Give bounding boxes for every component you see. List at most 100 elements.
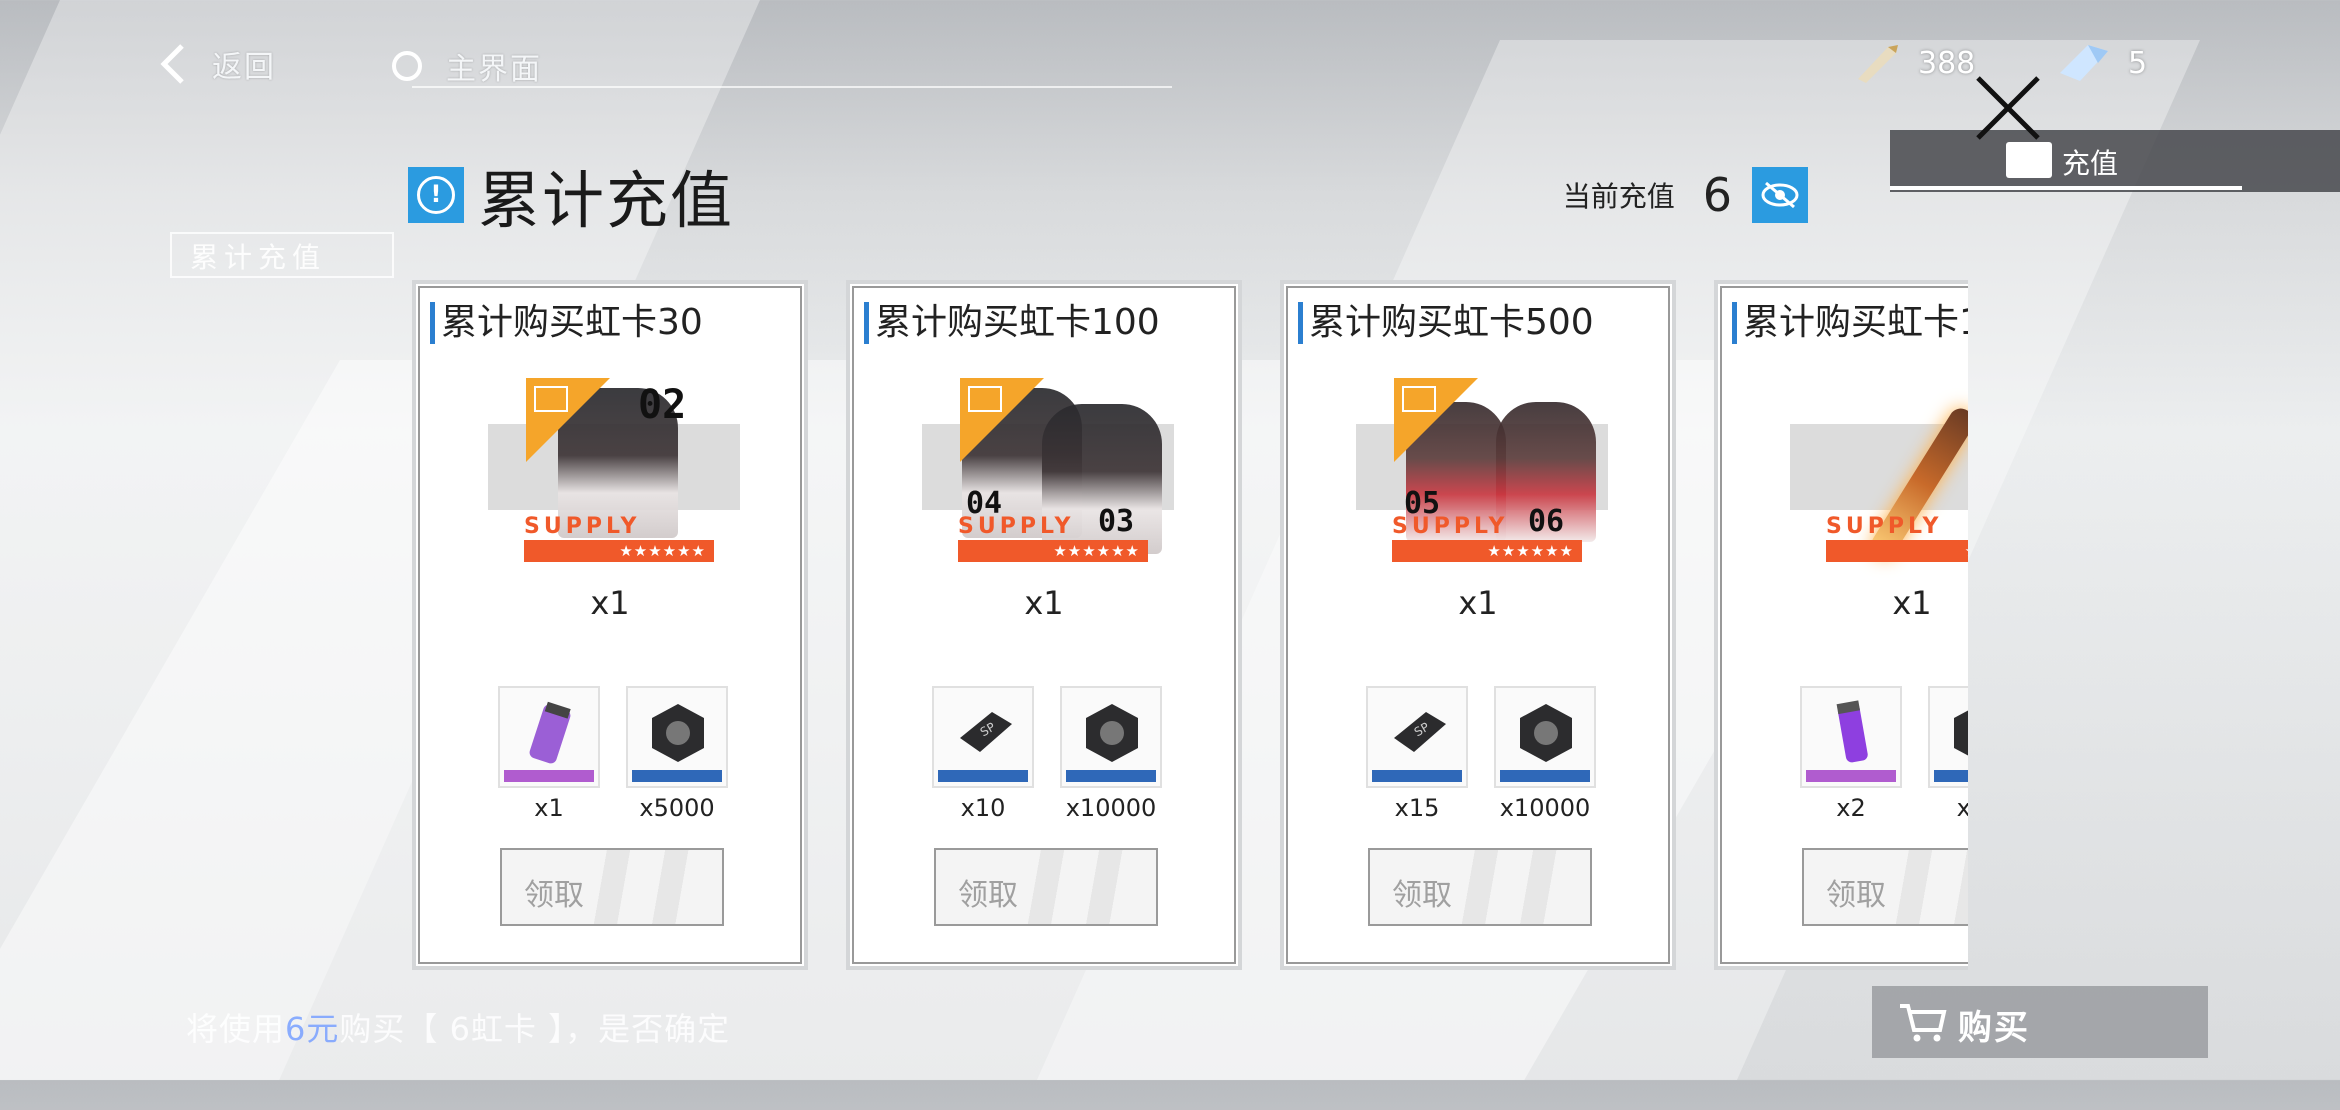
reward-card: 累计购买虹卡1 SUPPLY ★★★ x1 x2 x20 领	[1714, 280, 1968, 970]
confirm-prefix: 将使用	[186, 1010, 286, 1048]
current-recharge-label: 当前充值	[1562, 180, 1675, 213]
close-icon	[1976, 76, 2040, 140]
hex-nut-icon	[652, 704, 704, 762]
back-label: 返回	[212, 50, 276, 85]
cart-icon	[1900, 1004, 1947, 1042]
hex-nut-icon	[1954, 710, 1968, 756]
supply-banner[interactable]: SUPPLY ★★★	[1790, 378, 1968, 574]
reward-quantity: x1	[1024, 584, 1064, 622]
reward-item[interactable]	[1060, 686, 1162, 788]
supply-label: SUPPLY	[1392, 514, 1509, 539]
supply-box-icon	[968, 386, 1002, 412]
reward-item-count: x10	[960, 794, 1006, 822]
current-recharge-value: 6	[1702, 168, 1732, 222]
home-ring-icon	[392, 51, 422, 81]
rarity-stars: ★★★★★★	[524, 540, 714, 562]
claim-label: 领取	[1826, 878, 1886, 913]
reward-item[interactable]: SP	[1366, 686, 1468, 788]
home-label: 主界面	[446, 52, 542, 87]
reward-item-count: x2	[1836, 794, 1866, 822]
recharge-tab-label: 充值	[2062, 147, 2119, 180]
reward-items: x2 x20	[1800, 686, 1968, 826]
currency-pen: 388	[1852, 38, 1975, 88]
card-title: 累计购买虹卡30	[430, 302, 703, 344]
confirm-suffix: 购买【 6虹卡 】，是否确定	[339, 1010, 731, 1048]
rarity-stars: ★★★★★★	[1392, 540, 1582, 562]
supply-banner[interactable]: 04 03 SUPPLY ★★★★★★	[922, 378, 1174, 574]
pen-currency-icon	[1858, 45, 1898, 83]
purple-capsule-icon	[1836, 700, 1868, 763]
eye-hidden-icon	[1761, 181, 1799, 209]
panel-header: ! 累计充值	[408, 150, 734, 240]
card-title: 累计购买虹卡1	[1732, 302, 1968, 344]
home-button[interactable]: 主界面	[392, 40, 542, 92]
claim-button[interactable]: 领取	[1802, 848, 1968, 926]
reward-quantity: x1	[1892, 584, 1932, 622]
reward-item-count: x10000	[1065, 794, 1157, 822]
purchase-confirm-text: 将使用6元购买【 6虹卡 】，是否确定	[186, 1004, 730, 1050]
reward-card: 累计购买虹卡30 02 SUPPLY ★★★★★★ x1 x1 x5000 领取	[412, 280, 808, 970]
reward-cards: 累计购买虹卡30 02 SUPPLY ★★★★★★ x1 x1 x5000 领取…	[408, 280, 1968, 1110]
reward-item[interactable]	[1494, 686, 1596, 788]
purple-capsule-icon	[529, 701, 571, 764]
supply-label: SUPPLY	[1826, 514, 1943, 539]
rarity-stars: ★★★	[1826, 540, 1968, 562]
reward-item[interactable]: SP	[932, 686, 1034, 788]
claim-button[interactable]: 领取	[500, 848, 724, 926]
claim-button[interactable]: 领取	[1368, 848, 1592, 926]
sp-chip-icon: SP	[960, 712, 1012, 752]
claim-button[interactable]: 领取	[934, 848, 1158, 926]
claim-label: 领取	[524, 878, 584, 913]
reward-items: x1 x5000	[498, 686, 738, 826]
sp-chip-icon: SP	[1394, 712, 1446, 752]
cumulative-recharge-panel: ! 累计充值 当前充值 6 累计购买虹卡30 02 SUPPLY ★★★★★★ …	[408, 140, 1968, 1020]
recharge-card-icon	[2006, 142, 2052, 178]
card-title: 累计购买虹卡500	[1298, 302, 1594, 344]
banner-number: 03	[1098, 504, 1135, 539]
supply-box-icon	[534, 386, 568, 412]
side-ghost-label: 累计充值	[170, 232, 394, 278]
topbar-divider	[412, 86, 1172, 88]
close-button[interactable]	[1972, 72, 2044, 144]
reward-quantity: x1	[1458, 584, 1498, 622]
banner-number: 02	[638, 382, 687, 428]
hex-nut-icon	[1086, 704, 1138, 762]
supply-banner[interactable]: 05 06 SUPPLY ★★★★★★	[1356, 378, 1608, 574]
reward-items: SP x10 x10000	[932, 686, 1172, 826]
reward-item[interactable]	[1928, 686, 1968, 788]
reward-item-count: x5000	[639, 794, 715, 822]
supply-label: SUPPLY	[958, 514, 1075, 539]
supply-box-icon	[1402, 386, 1436, 412]
buy-button[interactable]: 购买	[1872, 986, 2208, 1058]
reward-items: SP x15 x10000	[1366, 686, 1606, 826]
reward-item[interactable]	[498, 686, 600, 788]
buy-label: 购买	[1958, 1008, 2030, 1048]
banner-number: 06	[1528, 504, 1565, 539]
chevron-left-icon	[160, 44, 184, 84]
rarity-stars: ★★★★★★	[958, 540, 1148, 562]
page-title: 累计充值	[478, 164, 735, 237]
hide-eye-button[interactable]	[1752, 167, 1808, 223]
currency-pen-value: 388	[1918, 45, 1976, 81]
supply-label: SUPPLY	[524, 514, 641, 539]
confirm-amount: 6元	[285, 1010, 340, 1048]
hex-nut-icon	[1520, 704, 1572, 762]
reward-item-count: x10000	[1499, 794, 1591, 822]
currency-crystal-value: 5	[2128, 45, 2148, 81]
back-button[interactable]: 返回	[158, 38, 276, 90]
reward-item-count: x1	[534, 794, 564, 822]
side-ghost-text: 累计充值	[190, 241, 327, 274]
claim-label: 领取	[958, 878, 1018, 913]
claim-label: 领取	[1392, 878, 1452, 913]
supply-banner[interactable]: 02 SUPPLY ★★★★★★	[488, 378, 740, 574]
reward-card: 累计购买虹卡100 04 03 SUPPLY ★★★★★★ x1 SP x10	[846, 280, 1242, 970]
crystal-currency-icon	[2060, 45, 2108, 81]
card-title: 累计购买虹卡100	[864, 302, 1160, 344]
reward-item[interactable]	[1800, 686, 1902, 788]
info-icon[interactable]: !	[408, 167, 464, 223]
reward-item[interactable]	[626, 686, 728, 788]
reward-item-count: x20	[1956, 794, 1968, 822]
currency-crystal: 5	[2058, 38, 2147, 88]
reward-quantity: x1	[590, 584, 630, 622]
current-recharge: 当前充值 6	[1563, 150, 1808, 240]
